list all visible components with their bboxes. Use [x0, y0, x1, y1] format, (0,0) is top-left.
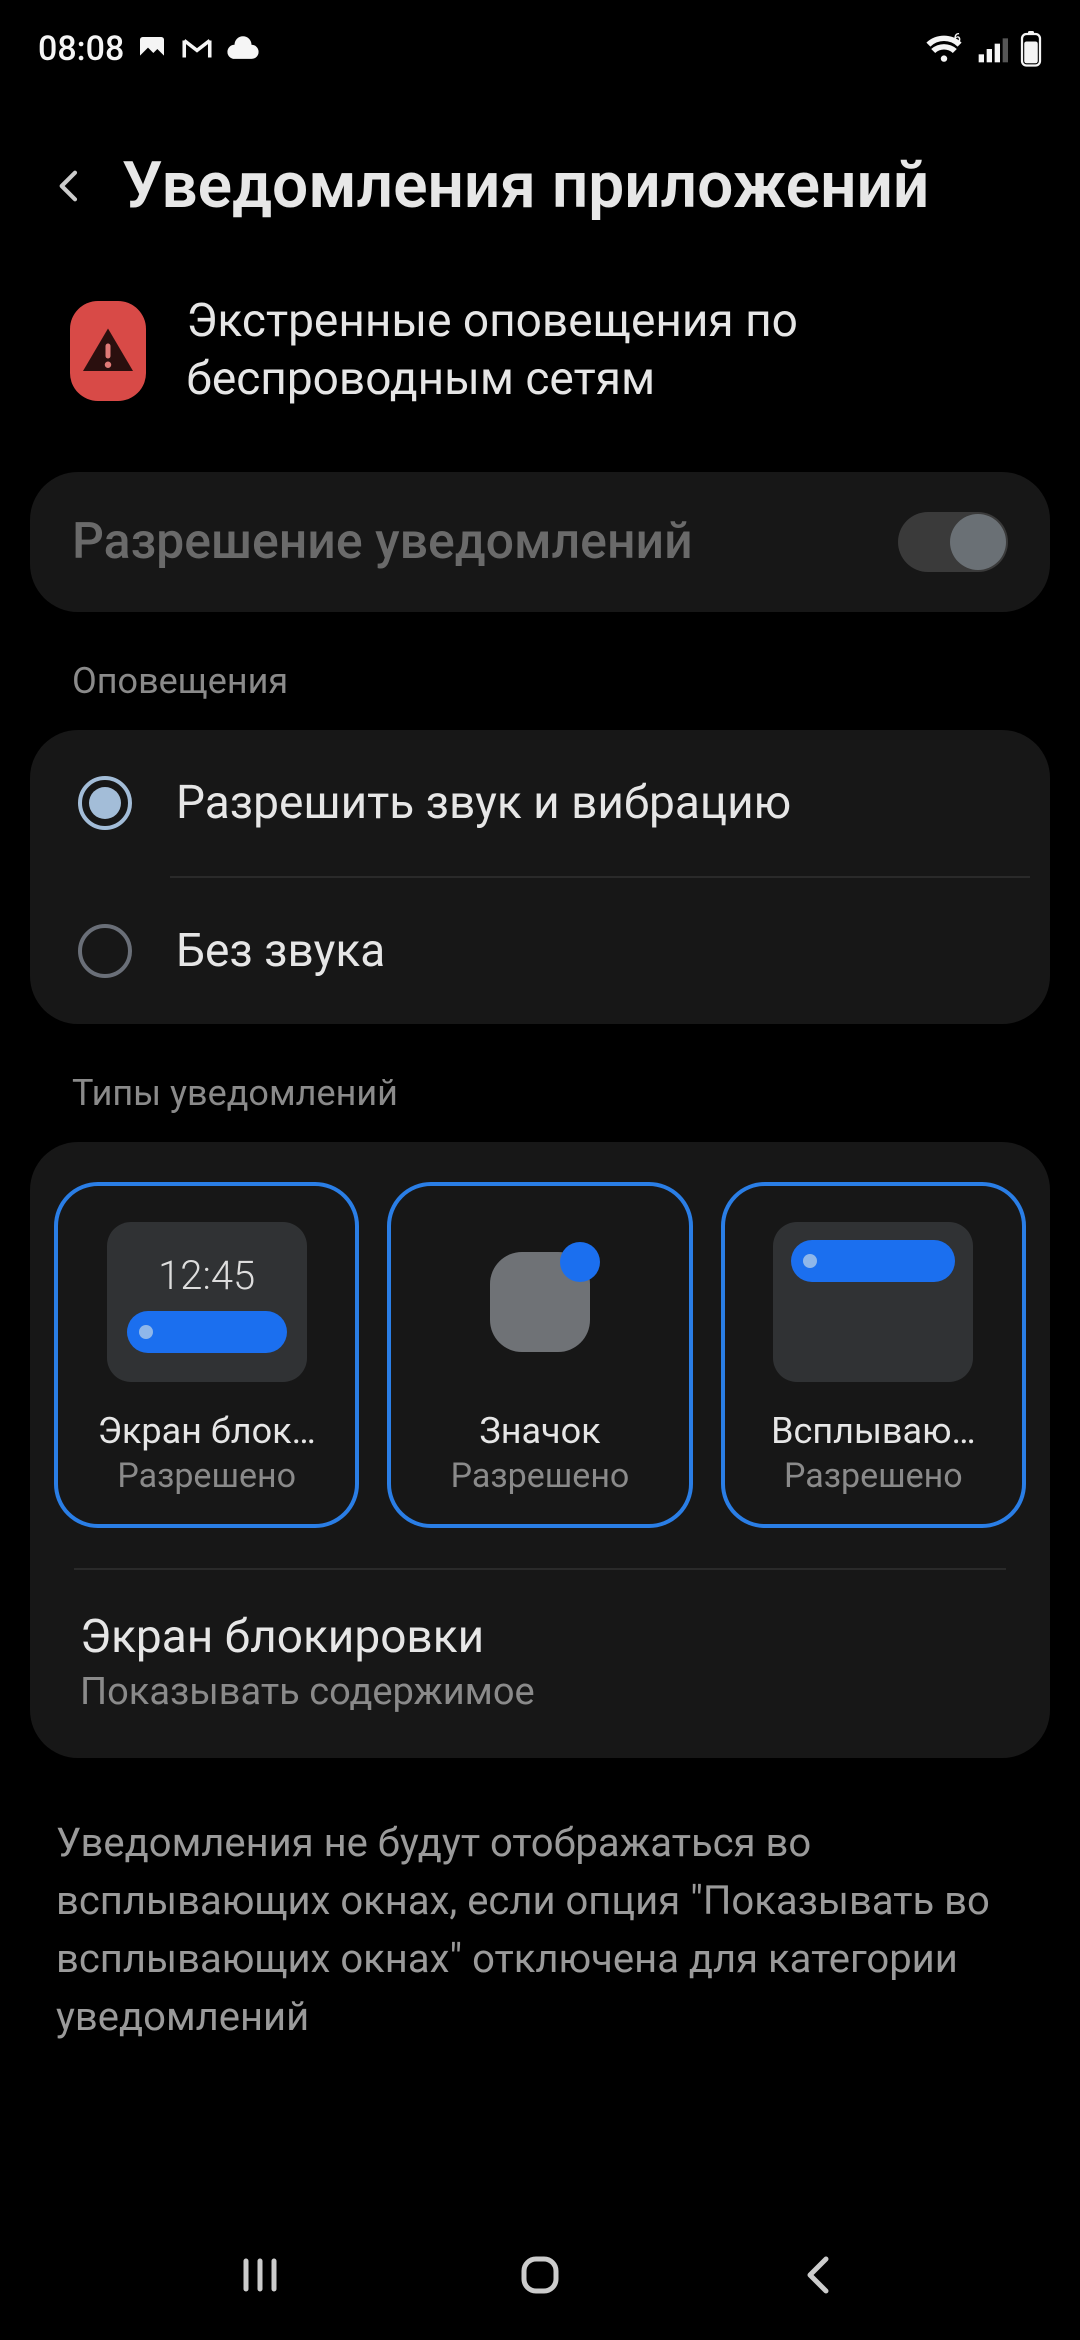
notifications-permission-row[interactable]: Разрешение уведомлений: [30, 472, 1050, 612]
notifications-permission-label: Разрешение уведомлений: [72, 513, 693, 571]
type-title: Экран блок…: [78, 1410, 335, 1452]
app-icon: [70, 301, 146, 401]
status-time: 08:08: [38, 29, 124, 69]
toggle-knob: [950, 514, 1006, 570]
type-lockscreen-preview: 12:45: [107, 1222, 307, 1382]
picture-icon: [136, 33, 168, 65]
alert-option-label: Без звука: [176, 924, 385, 978]
type-status: Разрешено: [117, 1456, 296, 1496]
status-left: 08:08: [38, 29, 260, 69]
type-popup[interactable]: Всплываю… Разрешено: [721, 1182, 1026, 1528]
footer-note: Уведомления не будут отображаться во всп…: [0, 1758, 1080, 2046]
lockscreen-title: Экран блокировки: [80, 1610, 1000, 1664]
navigation-bar: [0, 2210, 1080, 2340]
notifications-permission-toggle[interactable]: [898, 512, 1008, 572]
page-header: Уведомления приложений: [0, 80, 1080, 283]
radio-icon: [78, 776, 132, 830]
recents-button[interactable]: [230, 2245, 290, 2305]
status-right: 6: [924, 31, 1042, 67]
type-status: Разрешено: [451, 1456, 630, 1496]
back-button[interactable]: [50, 166, 90, 206]
type-title: Всплываю…: [745, 1410, 1002, 1452]
alerts-card: Разрешить звук и вибрацию Без звука: [30, 730, 1050, 1024]
alert-option-label: Разрешить звук и вибрацию: [176, 776, 791, 830]
alerts-section-header: Оповещения: [0, 612, 1080, 722]
page-title: Уведомления приложений: [122, 148, 929, 223]
type-lockscreen[interactable]: 12:45 Экран блок… Разрешено: [54, 1182, 359, 1528]
alert-option-sound-vibrate[interactable]: Разрешить звук и вибрацию: [30, 730, 1050, 876]
wifi-icon: 6: [924, 33, 964, 65]
cloud-icon: [226, 36, 260, 62]
types-section-header: Типы уведомлений: [0, 1024, 1080, 1134]
svg-text:6: 6: [954, 33, 961, 47]
type-title: Значок: [411, 1410, 668, 1452]
preview-notification-pill: [127, 1311, 287, 1353]
types-grid: 12:45 Экран блок… Разрешено Значок Разре…: [54, 1182, 1026, 1528]
alert-option-silent[interactable]: Без звука: [30, 878, 1050, 1024]
radio-icon: [78, 924, 132, 978]
app-name: Экстренные оповещения по беспроводным се…: [186, 293, 1020, 408]
preview-badge-dot: [560, 1242, 600, 1282]
signal-icon: [976, 33, 1008, 65]
type-badge[interactable]: Значок Разрешено: [387, 1182, 692, 1528]
battery-icon: [1020, 31, 1042, 67]
preview-time: 12:45: [158, 1252, 255, 1299]
type-badge-preview: [440, 1222, 640, 1382]
type-status: Разрешено: [784, 1456, 963, 1496]
back-nav-button[interactable]: [790, 2245, 850, 2305]
type-popup-preview: [773, 1222, 973, 1382]
app-identity-row: Экстренные оповещения по беспроводным се…: [0, 283, 1080, 448]
preview-app-icon: [490, 1252, 590, 1352]
types-card: 12:45 Экран блок… Разрешено Значок Разре…: [30, 1142, 1050, 1758]
preview-popup-pill: [791, 1240, 955, 1282]
lockscreen-subtitle: Показывать содержимое: [80, 1670, 1000, 1714]
status-bar: 08:08 6: [0, 0, 1080, 80]
lockscreen-setting-row[interactable]: Экран блокировки Показывать содержимое: [54, 1570, 1026, 1758]
gmail-icon: [180, 32, 214, 66]
home-button[interactable]: [510, 2245, 570, 2305]
